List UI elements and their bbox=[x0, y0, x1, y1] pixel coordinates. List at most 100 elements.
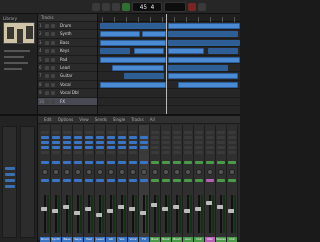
channel-strip[interactable]: Aux bbox=[183, 125, 194, 242]
group-slot[interactable] bbox=[162, 179, 170, 182]
plugin-slot[interactable] bbox=[107, 141, 115, 144]
plugin-slot[interactable] bbox=[41, 131, 49, 134]
audio-region[interactable] bbox=[100, 81, 166, 88]
plugin-slot[interactable] bbox=[129, 136, 137, 139]
library-artwork[interactable] bbox=[3, 22, 35, 44]
plugin-slot[interactable] bbox=[85, 141, 93, 144]
group-slot[interactable] bbox=[195, 179, 203, 182]
library-item[interactable] bbox=[4, 62, 28, 64]
track-lane[interactable] bbox=[98, 39, 240, 48]
output-slot[interactable] bbox=[206, 161, 214, 164]
audio-region[interactable] bbox=[168, 39, 240, 46]
plugin-slot[interactable] bbox=[195, 141, 203, 144]
output-slot[interactable] bbox=[162, 161, 170, 164]
plugin-slot[interactable] bbox=[96, 136, 104, 139]
plugin-slot[interactable] bbox=[173, 146, 181, 149]
plugin-slot[interactable] bbox=[41, 151, 49, 154]
plugin-slot[interactable] bbox=[96, 151, 104, 154]
mixer-toolbar-item[interactable]: Single bbox=[113, 117, 125, 122]
plugin-slot[interactable] bbox=[217, 151, 225, 154]
audio-region[interactable] bbox=[168, 64, 228, 71]
track-lane[interactable] bbox=[98, 64, 240, 73]
mute-button[interactable] bbox=[45, 57, 49, 62]
output-slot[interactable] bbox=[63, 161, 71, 164]
mixer-toolbar-item[interactable]: Options bbox=[58, 117, 73, 122]
pan-knob[interactable] bbox=[141, 169, 147, 175]
channel-strip[interactable]: Stereo bbox=[216, 125, 227, 242]
plugin-slot[interactable] bbox=[52, 136, 60, 139]
mixer-toolbar-item[interactable]: All bbox=[150, 117, 155, 122]
output-slot[interactable] bbox=[107, 161, 115, 164]
plugin-slot[interactable] bbox=[63, 146, 71, 149]
solo-button[interactable] bbox=[51, 99, 55, 104]
pan-knob[interactable] bbox=[97, 169, 103, 175]
play-button[interactable] bbox=[122, 3, 130, 11]
mute-button[interactable] bbox=[45, 91, 49, 96]
group-slot[interactable] bbox=[217, 179, 225, 182]
plugin-slot[interactable] bbox=[85, 151, 93, 154]
plugin-slot[interactable] bbox=[41, 146, 49, 149]
channel-strip[interactable]: FX bbox=[139, 125, 150, 242]
audio-region[interactable] bbox=[168, 56, 240, 63]
plugin-slot[interactable] bbox=[162, 146, 170, 149]
mixer-toolbar-item[interactable]: Sends bbox=[95, 117, 107, 122]
plugin-slot[interactable] bbox=[206, 136, 214, 139]
pan-knob[interactable] bbox=[42, 169, 48, 175]
pan-knob[interactable] bbox=[174, 169, 180, 175]
plugin-slot[interactable] bbox=[74, 136, 82, 139]
output-slot[interactable] bbox=[41, 161, 49, 164]
track-lane[interactable] bbox=[98, 81, 240, 90]
plugin-slot[interactable] bbox=[151, 131, 159, 134]
plugin-slot[interactable] bbox=[151, 136, 159, 139]
plugin-slot[interactable] bbox=[195, 131, 203, 134]
output-slot[interactable] bbox=[184, 161, 192, 164]
inspector-strip-track[interactable] bbox=[2, 126, 17, 238]
plugin-slot[interactable] bbox=[74, 151, 82, 154]
track-header[interactable]: 7 Guitar bbox=[38, 72, 97, 81]
cycle-button[interactable] bbox=[198, 3, 206, 11]
output-slot[interactable] bbox=[85, 161, 93, 164]
audio-region[interactable] bbox=[100, 23, 166, 29]
plugin-slot[interactable] bbox=[162, 141, 170, 144]
pan-knob[interactable] bbox=[229, 169, 235, 175]
mute-button[interactable] bbox=[45, 74, 49, 79]
group-slot[interactable] bbox=[107, 179, 115, 182]
group-slot[interactable] bbox=[206, 179, 214, 182]
plugin-slot[interactable] bbox=[118, 146, 126, 149]
inspector-strip-output[interactable] bbox=[20, 126, 35, 238]
plugin-slot[interactable] bbox=[129, 131, 137, 134]
channel-strip[interactable]: Gtr bbox=[106, 125, 117, 242]
plugin-slot[interactable] bbox=[162, 136, 170, 139]
plugin-slot[interactable] bbox=[85, 131, 93, 134]
plugin-slot[interactable] bbox=[129, 151, 137, 154]
track-lane[interactable] bbox=[98, 98, 240, 106]
channel-strip[interactable]: Bus1 bbox=[150, 125, 161, 242]
plugin-slot[interactable] bbox=[74, 146, 82, 149]
plugin-slot[interactable] bbox=[228, 151, 236, 154]
pan-knob[interactable] bbox=[196, 169, 202, 175]
solo-button[interactable] bbox=[51, 24, 55, 28]
plugin-slot[interactable] bbox=[85, 146, 93, 149]
pan-knob[interactable] bbox=[152, 169, 158, 175]
plugin-slot[interactable] bbox=[41, 141, 49, 144]
ruler[interactable] bbox=[98, 14, 240, 22]
plugin-slot[interactable] bbox=[195, 146, 203, 149]
track-lane[interactable] bbox=[98, 56, 240, 64]
forward-button[interactable] bbox=[102, 3, 110, 11]
plugin-slot[interactable] bbox=[129, 141, 137, 144]
plugin-slot[interactable] bbox=[228, 141, 236, 144]
track-header[interactable]: 9 Vocal Dbl bbox=[38, 89, 97, 98]
group-slot[interactable] bbox=[74, 179, 82, 182]
library-item[interactable] bbox=[4, 50, 30, 52]
group-slot[interactable] bbox=[140, 179, 148, 182]
plugin-slot[interactable] bbox=[151, 146, 159, 149]
audio-region[interactable] bbox=[124, 73, 164, 80]
plugin-slot[interactable] bbox=[63, 131, 71, 134]
pan-knob[interactable] bbox=[108, 169, 114, 175]
audio-region[interactable] bbox=[142, 31, 166, 38]
rewind-button[interactable] bbox=[92, 3, 100, 11]
track-lane[interactable] bbox=[98, 30, 240, 39]
plugin-slot[interactable] bbox=[206, 141, 214, 144]
plugin-slot[interactable] bbox=[162, 151, 170, 154]
plugin-slot[interactable] bbox=[162, 131, 170, 134]
